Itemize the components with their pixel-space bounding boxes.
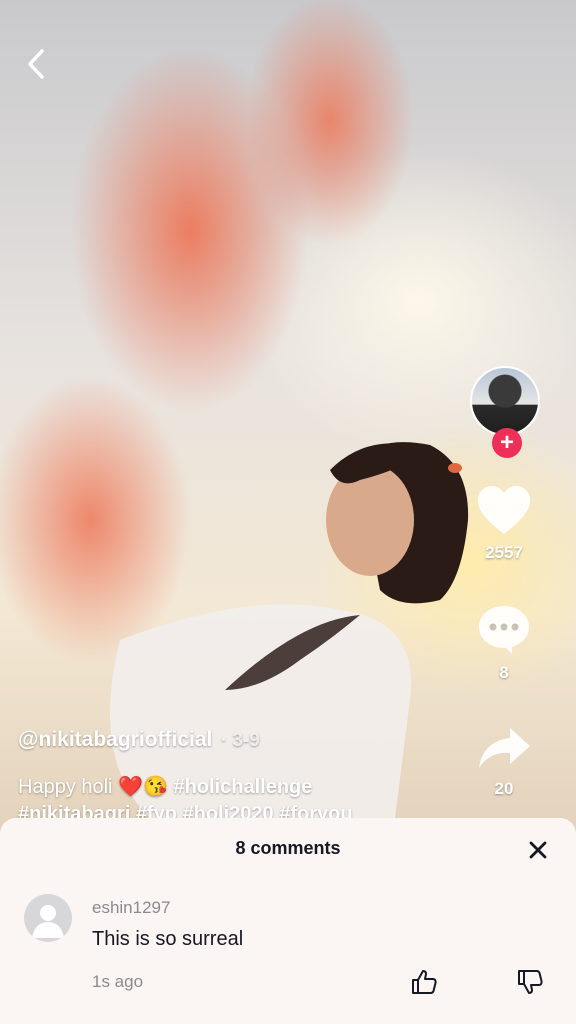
close-comments-button[interactable] (524, 836, 552, 864)
video-caption: @nikitabagriofficial · 3-9 Happy holi ❤️… (18, 728, 438, 826)
like-button[interactable]: 2557 (474, 484, 534, 563)
comment-button[interactable]: 8 (474, 602, 534, 683)
caption-emojis: ❤️😘 (118, 776, 168, 798)
author-avatar-button[interactable]: + (470, 366, 540, 458)
comment-username[interactable]: eshin1297 (92, 898, 170, 918)
post-date: · 3-9 (220, 730, 260, 751)
caption-text: Happy holi (18, 776, 113, 798)
commenter-avatar[interactable] (24, 894, 72, 942)
share-button[interactable]: 20 (474, 724, 534, 799)
heart-icon (478, 486, 530, 534)
comment-time: 1s ago (92, 972, 144, 991)
hashtag-link[interactable]: #holichallenge (173, 776, 312, 798)
share-arrow-icon (479, 728, 530, 768)
speech-bubble-icon (479, 606, 529, 654)
share-count: 20 (494, 779, 514, 798)
thumbs-down-icon (518, 970, 543, 994)
plus-icon: + (499, 429, 514, 456)
author-handle-link[interactable]: @nikitabagriofficial (18, 728, 212, 751)
thumbs-up-icon (412, 970, 437, 994)
close-icon (529, 841, 547, 859)
back-button[interactable] (18, 46, 54, 82)
like-count: 2557 (485, 543, 523, 562)
comments-title: 8 comments (235, 838, 341, 858)
comment-count: 8 (499, 663, 509, 682)
chevron-left-icon (28, 49, 44, 79)
comment-like-button[interactable] (410, 968, 438, 996)
comment-dislike-button[interactable] (516, 968, 544, 996)
default-user-icon (32, 905, 64, 938)
comments-sheet: 8 comments eshin1297 This is so surreal … (0, 818, 576, 1024)
comment-text: This is so surreal (92, 928, 244, 950)
author-avatar (470, 366, 540, 436)
follow-button[interactable]: + (492, 428, 522, 458)
